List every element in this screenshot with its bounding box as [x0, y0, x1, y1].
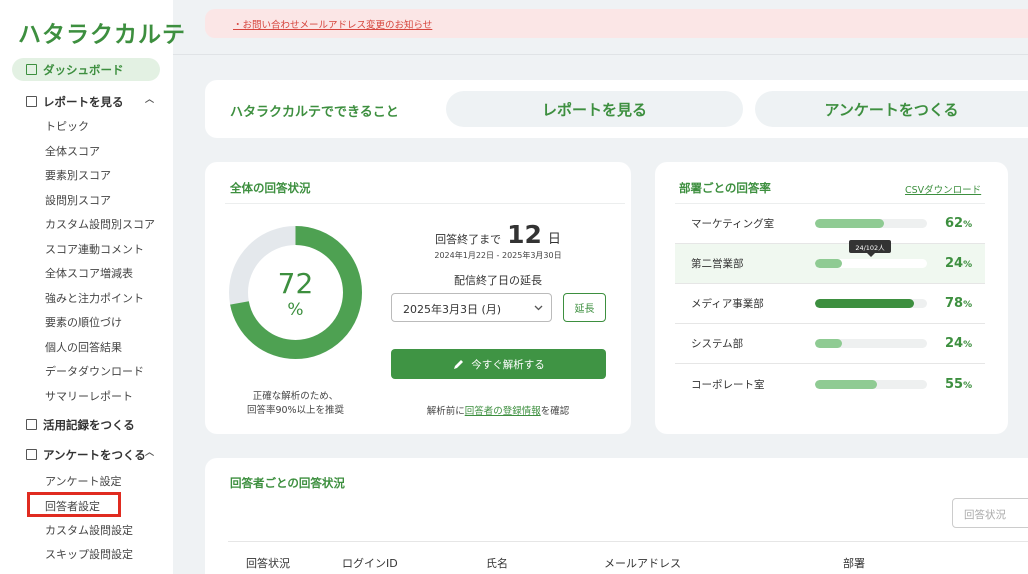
- rate-value: 72: [277, 267, 314, 300]
- app-logo[interactable]: ハタラクカルテ: [18, 15, 186, 49]
- nav-sub-element-score[interactable]: 要素別スコア: [45, 167, 111, 183]
- analyze-button-label: 今すぐ解析する: [471, 358, 545, 371]
- nav-survey-label: アンケートをつくる: [43, 447, 146, 462]
- department-row: 第二営業部 24%: [675, 244, 985, 284]
- department-title: 部署ごとの回答率: [679, 181, 771, 195]
- create-survey-button[interactable]: アンケートをつくる: [755, 91, 1028, 127]
- department-bar: [815, 339, 927, 348]
- respondents-title: 回答者ごとの回答状況: [230, 476, 345, 490]
- nav-sub-download[interactable]: データダウンロード: [45, 363, 144, 379]
- nav-record[interactable]: 活用記録をつくる: [12, 413, 160, 436]
- pen-icon: [454, 359, 464, 369]
- deadline-unit: 日: [547, 232, 561, 247]
- divider: [173, 54, 1028, 55]
- recommend-line2: 回答率90%以上を推奨: [246, 405, 345, 416]
- nav-sub-score-change[interactable]: 全体スコア増減表: [45, 265, 133, 281]
- respondent-info-link[interactable]: 回答者の登録情報: [465, 406, 541, 417]
- nav-sub-topic[interactable]: トピック: [45, 118, 89, 134]
- nav-sub-survey-settings[interactable]: アンケート設定: [45, 473, 122, 489]
- chevron-up-icon[interactable]: ︿: [145, 92, 154, 105]
- department-bar: [815, 259, 927, 268]
- rate-unit: %: [287, 300, 304, 320]
- nav-reports-label: レポートを見る: [43, 94, 124, 109]
- department-name: マーケティング室: [691, 218, 775, 230]
- analyze-note: 解析前に回答者の登録情報を確認: [390, 403, 606, 417]
- survey-period: 2024年1月22日 - 2025年3月30日: [434, 251, 562, 260]
- department-pct: 24%: [945, 256, 973, 271]
- department-row: システム部 24%: [675, 324, 985, 364]
- view-report-button[interactable]: レポートを見る: [446, 91, 743, 127]
- nav-sub-skip-question[interactable]: スキップ設問設定: [45, 546, 133, 562]
- department-bar-fill: [815, 219, 885, 228]
- note-prefix: 解析前に: [426, 406, 465, 417]
- department-bar-fill: [815, 379, 877, 389]
- department-row: メディア事業部 78%: [675, 284, 985, 324]
- department-bar: [815, 219, 927, 228]
- deadline-prefix: 回答終了まで: [435, 233, 502, 246]
- chevron-down-icon: [534, 305, 543, 311]
- department-name: システム部: [691, 338, 744, 350]
- department-pct: 78%: [945, 296, 973, 311]
- department-name: コーポレート室: [691, 378, 765, 391]
- bar-tooltip: 24/102人: [849, 240, 891, 253]
- extend-label: 配信終了日の延長: [454, 274, 542, 287]
- department-bar: [815, 299, 927, 308]
- nav-dashboard[interactable]: ダッシュボード: [12, 58, 160, 81]
- column-header-status[interactable]: 回答状況: [246, 555, 290, 571]
- nav-survey[interactable]: アンケートをつくる ︿: [12, 443, 160, 466]
- quicknav-title: ハタラクカルテでできること: [230, 105, 399, 120]
- nav-sub-ranking[interactable]: 要素の順位づけ: [45, 314, 122, 330]
- nav-sub-overall-score[interactable]: 全体スコア: [45, 143, 100, 159]
- dashboard-icon: [26, 64, 37, 75]
- department-pct: 24%: [945, 336, 973, 351]
- department-bar-fill: [815, 339, 842, 348]
- department-bar: [815, 379, 927, 389]
- divider: [225, 203, 625, 204]
- nav-sub-individual[interactable]: 個人の回答結果: [45, 339, 122, 355]
- department-row: マーケティング室 62%: [675, 204, 985, 244]
- sidebar: ハタラクカルテ ダッシュボード レポートを見る ︿ トピック 全体スコア 要素別…: [0, 0, 185, 574]
- column-header-name[interactable]: 氏名: [486, 555, 508, 571]
- department-pct: 62%: [945, 216, 973, 231]
- csv-download-link[interactable]: CSVダウンロード: [905, 182, 981, 196]
- column-header-email[interactable]: メールアドレス: [604, 555, 681, 571]
- record-icon: [26, 419, 37, 430]
- report-icon: [26, 96, 37, 107]
- status-filter-placeholder: 回答状況: [964, 509, 1006, 521]
- department-name: メディア事業部: [691, 298, 764, 310]
- deadline-row: 回答終了まで 12 日: [390, 220, 606, 249]
- analyze-button[interactable]: 今すぐ解析する: [391, 349, 606, 379]
- tooltip-arrow: [867, 253, 875, 257]
- divider: [228, 541, 1028, 542]
- department-bar-fill: [815, 299, 914, 308]
- nav-sub-summary[interactable]: サマリーレポート: [45, 388, 133, 404]
- department-pct: 55%: [945, 376, 973, 392]
- chevron-up-icon[interactable]: ︿: [145, 445, 154, 458]
- column-header-department[interactable]: 部署: [843, 555, 865, 571]
- department-name: 第二営業部: [691, 258, 744, 270]
- extend-date-value: 2025年3月3日 (月): [403, 303, 502, 316]
- nav-sub-strengths[interactable]: 強みと注力ポイント: [45, 290, 144, 306]
- recommend-line1: 正確な解析のため、: [252, 391, 339, 402]
- nav-sub-custom-score[interactable]: カスタム設問別スコア: [45, 216, 155, 232]
- nav-sub-question-score[interactable]: 設問別スコア: [45, 192, 111, 208]
- deadline-days: 12: [507, 220, 542, 249]
- highlight-box: [27, 492, 121, 517]
- overall-title: 全体の回答状況: [230, 181, 311, 195]
- department-bar-fill: [815, 259, 842, 268]
- nav-dashboard-label: ダッシュボード: [43, 62, 124, 77]
- nav-record-label: 活用記録をつくる: [43, 417, 135, 432]
- column-header-login-id[interactable]: ログインID: [342, 555, 398, 571]
- department-row: コーポレート室 55%: [675, 364, 985, 404]
- status-filter-select[interactable]: 回答状況: [952, 498, 1028, 528]
- extend-button[interactable]: 延長: [563, 293, 606, 322]
- nav-sub-custom-question[interactable]: カスタム設問設定: [45, 522, 133, 538]
- survey-icon: [26, 449, 37, 460]
- notice-link[interactable]: ・お問い合わせメールアドレス変更のお知らせ: [233, 17, 432, 31]
- extend-date-select[interactable]: 2025年3月3日 (月): [391, 293, 552, 322]
- note-suffix: を確認: [540, 406, 570, 417]
- nav-sub-score-comment[interactable]: スコア連動コメント: [45, 241, 144, 257]
- nav-reports[interactable]: レポートを見る ︿: [12, 90, 160, 113]
- notice-banner: ・お問い合わせメールアドレス変更のお知らせ: [205, 9, 1028, 38]
